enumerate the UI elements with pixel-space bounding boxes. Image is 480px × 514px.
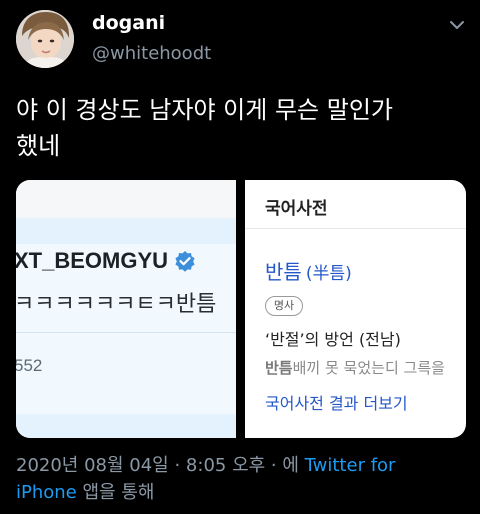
tweet-meta: 2020년 08월 04일 · 8:05 오후 · 에 Twitter for i…	[16, 452, 466, 506]
more-dots-icon[interactable]	[448, 16, 466, 34]
dictionary-more-link: 국어사전 결과 더보기	[265, 394, 408, 413]
tweet-text-line-2: 했네	[16, 132, 61, 160]
example-highlight: 반틈	[265, 359, 293, 377]
tweet-text: 야 이 경상도 남자야 이게 무슨 말인가 했네	[16, 92, 466, 164]
screenshot-count: 552	[16, 356, 43, 375]
screenshot-username-row: XT_BEOMGYU	[16, 244, 196, 278]
part-of-speech-badge: 명사	[265, 296, 303, 316]
tweet-source-link-2[interactable]: iPhone	[16, 482, 77, 503]
tweet-date[interactable]: 2020년 08월 04일	[16, 455, 169, 476]
avatar[interactable]	[16, 10, 74, 68]
user-handle[interactable]: @whitehoodt	[92, 43, 211, 64]
dictionary-divider	[245, 228, 466, 229]
media-image-right[interactable]: 국어사전 반틈 (半틈) 명사 ‘반절’의 방언 (전남) 반틈배끼 못 묵었는디…	[245, 180, 466, 438]
tweet-text-line-1: 야 이 경상도 남자야 이게 무슨 말인가	[16, 96, 393, 124]
meta-separator: ·	[168, 455, 186, 476]
entry-example: 반틈배끼 못 묵었는디 그륵을	[265, 357, 445, 378]
dictionary-entry: 반틈 (半틈)	[265, 256, 352, 285]
display-name[interactable]: dogani	[92, 12, 165, 34]
entry-definition: ‘반절’의 방언 (전남)	[265, 330, 401, 349]
source-suffix: 앱을 통해	[76, 482, 155, 503]
screenshot-username: XT_BEOMGYU	[16, 248, 169, 273]
entry-hanja: (半틈)	[305, 264, 352, 284]
media-image-left[interactable]: XT_BEOMGYU ㅋㅋㅋㅋㅋㅋㅌㅋ반틈 552	[16, 180, 236, 438]
screenshot-divider	[16, 332, 236, 333]
dictionary-title: 국어사전	[265, 199, 328, 219]
entry-word: 반틈	[265, 260, 302, 284]
screenshot-top-bar	[16, 180, 236, 218]
example-text: 배끼 못 묵었는디 그륵을	[292, 359, 445, 377]
meta-separator-2: · 에	[265, 455, 305, 476]
tweet-media[interactable]: XT_BEOMGYU ㅋㅋㅋㅋㅋㅋㅌㅋ반틈 552 국어사전 반틈 (半틈) 명사…	[16, 180, 466, 438]
avatar-image	[16, 10, 74, 68]
tweet-header: dogani @whitehoodt	[0, 0, 480, 90]
screenshot-message: ㅋㅋㅋㅋㅋㅋㅌㅋ반틈	[16, 292, 217, 317]
tweet-time[interactable]: 8:05 오후	[186, 455, 265, 476]
verified-badge-icon	[175, 251, 195, 272]
tweet-source-link[interactable]: Twitter for	[305, 455, 396, 476]
